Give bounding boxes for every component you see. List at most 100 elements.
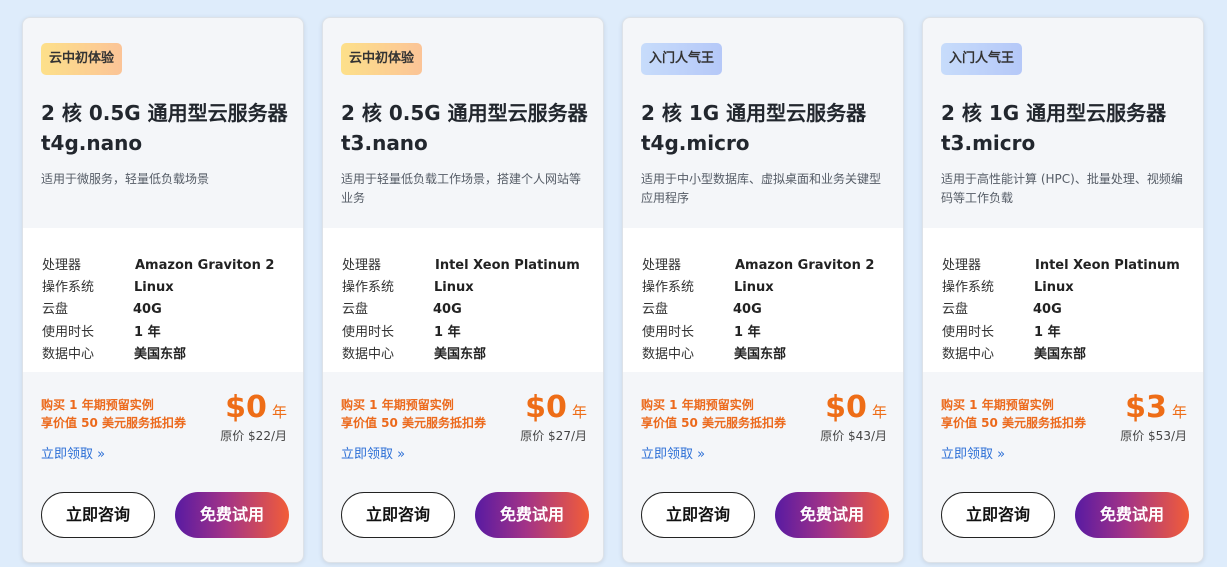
spec-value: Intel Xeon Platinum bbox=[1035, 258, 1180, 273]
promo-line2: 享价值 50 美元服务抵扣券 bbox=[941, 416, 1087, 430]
price-amount: $3 bbox=[1125, 390, 1167, 425]
card-badge: 入门人气王 bbox=[941, 43, 1023, 75]
spec-list: 处理器 Intel Xeon Platinum 操作系统 Linux 云盘 40… bbox=[923, 228, 1203, 372]
spec-label: 数据中心 bbox=[42, 347, 95, 362]
spec-label: 处理器 bbox=[342, 258, 382, 273]
card-badge: 云中初体验 bbox=[41, 43, 123, 75]
promo-text: 购买 1 年期预留实例 享价值 50 美元服务抵扣券 bbox=[341, 396, 511, 432]
spec-list: 处理器 Amazon Graviton 2 操作系统 Linux 云盘 40G … bbox=[23, 228, 303, 372]
spec-list: 处理器 Intel Xeon Platinum 操作系统 Linux 云盘 40… bbox=[323, 228, 603, 372]
price-amount: $0 bbox=[525, 390, 567, 425]
spec-list: 处理器 Amazon Graviton 2 操作系统 Linux 云盘 40G … bbox=[623, 228, 903, 372]
spec-label: 使用时长 bbox=[642, 325, 695, 340]
price-block: $0 年 原价 $27/月 bbox=[520, 390, 587, 444]
promo-text: 购买 1 年期预留实例 享价值 50 美元服务抵扣券 bbox=[641, 396, 811, 432]
pricing-card-t3-micro: 入门人气王 2 核 1G 通用型云服务器 t3.micro 适用于高性能计算 (… bbox=[922, 17, 1204, 563]
consult-button[interactable]: 立即咨询 bbox=[641, 492, 755, 538]
card-description: 适用于中小型数据库、虚拟桌面和业务关键型应用程序 bbox=[641, 172, 882, 205]
card-title-line1: 2 核 1G 通用型云服务器 bbox=[641, 101, 867, 125]
spec-value: Linux bbox=[734, 280, 774, 295]
spec-value: 40G bbox=[1033, 302, 1062, 317]
spec-label: 云盘 bbox=[942, 302, 969, 317]
spec-label: 云盘 bbox=[342, 302, 369, 317]
spec-value: 美国东部 bbox=[1034, 347, 1087, 362]
spec-value: 40G bbox=[133, 302, 162, 317]
spec-value: Linux bbox=[1034, 280, 1074, 295]
free-trial-button[interactable]: 免费试用 bbox=[775, 492, 889, 538]
promo-line1: 购买 1 年期预留实例 bbox=[941, 398, 1054, 412]
promo-text: 购买 1 年期预留实例 享价值 50 美元服务抵扣券 bbox=[41, 396, 211, 432]
card-badge: 云中初体验 bbox=[341, 43, 423, 75]
spec-label: 数据中心 bbox=[642, 347, 695, 362]
consult-button[interactable]: 立即咨询 bbox=[941, 492, 1055, 538]
spec-label: 使用时长 bbox=[342, 325, 395, 340]
promo-line2: 享价值 50 美元服务抵扣券 bbox=[641, 416, 787, 430]
price-block: $3 年 原价 $53/月 bbox=[1120, 390, 1187, 444]
spec-value: 40G bbox=[433, 302, 462, 317]
card-title-line1: 2 核 0.5G 通用型云服务器 bbox=[341, 101, 588, 125]
spec-label: 处理器 bbox=[642, 258, 682, 273]
spec-value: 40G bbox=[733, 302, 762, 317]
original-price: 原价 $43/月 bbox=[820, 429, 887, 443]
spec-label: 数据中心 bbox=[942, 347, 995, 362]
free-trial-button[interactable]: 免费试用 bbox=[175, 492, 289, 538]
spec-value: 美国东部 bbox=[434, 347, 487, 362]
card-title: 2 核 0.5G 通用型云服务器 t4g.nano bbox=[41, 98, 291, 158]
spec-label: 云盘 bbox=[642, 302, 669, 317]
spec-value: 美国东部 bbox=[734, 347, 787, 362]
free-trial-button[interactable]: 免费试用 bbox=[1075, 492, 1189, 538]
consult-button[interactable]: 立即咨询 bbox=[341, 492, 455, 538]
card-description: 适用于高性能计算 (HPC)、批量处理、视频编码等工作负载 bbox=[941, 172, 1183, 205]
card-title-line2: t3.nano bbox=[341, 131, 428, 155]
card-badge: 入门人气王 bbox=[641, 43, 723, 75]
spec-label: 操作系统 bbox=[942, 280, 995, 295]
card-title-line1: 2 核 0.5G 通用型云服务器 bbox=[41, 101, 288, 125]
claim-link[interactable]: 立即领取 » bbox=[41, 446, 105, 464]
card-description: 适用于微服务，轻量低负载场景 bbox=[41, 172, 210, 186]
spec-label: 使用时长 bbox=[42, 325, 95, 340]
card-title: 2 核 0.5G 通用型云服务器 t3.nano bbox=[341, 98, 591, 158]
spec-value: Amazon Graviton 2 bbox=[735, 258, 875, 273]
spec-value: 1 年 bbox=[434, 325, 461, 340]
price-block: $0 年 原价 $22/月 bbox=[220, 390, 287, 444]
claim-link[interactable]: 立即领取 » bbox=[641, 446, 705, 464]
claim-link[interactable]: 立即领取 » bbox=[341, 446, 405, 464]
price-block: $0 年 原价 $43/月 bbox=[820, 390, 887, 444]
spec-value: 美国东部 bbox=[134, 347, 187, 362]
price-amount: $0 bbox=[225, 390, 267, 425]
price-amount: $0 bbox=[825, 390, 867, 425]
consult-button[interactable]: 立即咨询 bbox=[41, 492, 155, 538]
promo-line2: 享价值 50 美元服务抵扣券 bbox=[341, 416, 487, 430]
spec-value: 1 年 bbox=[1034, 325, 1061, 340]
spec-value: 1 年 bbox=[734, 325, 761, 340]
promo-text: 购买 1 年期预留实例 享价值 50 美元服务抵扣券 bbox=[941, 396, 1111, 432]
price-unit: 年 bbox=[271, 403, 287, 421]
card-title-line2: t3.micro bbox=[941, 131, 1036, 155]
card-title-line1: 2 核 1G 通用型云服务器 bbox=[941, 101, 1167, 125]
card-title: 2 核 1G 通用型云服务器 t3.micro bbox=[941, 98, 1191, 158]
price-unit: 年 bbox=[571, 403, 587, 421]
claim-link[interactable]: 立即领取 » bbox=[941, 446, 1005, 464]
promo-line2: 享价值 50 美元服务抵扣券 bbox=[41, 416, 187, 430]
spec-value: Linux bbox=[434, 280, 474, 295]
original-price: 原价 $27/月 bbox=[520, 429, 587, 443]
promo-line1: 购买 1 年期预留实例 bbox=[341, 398, 454, 412]
spec-label: 云盘 bbox=[42, 302, 69, 317]
card-title-line2: t4g.micro bbox=[641, 131, 750, 155]
free-trial-button[interactable]: 免费试用 bbox=[475, 492, 589, 538]
promo-line1: 购买 1 年期预留实例 bbox=[641, 398, 754, 412]
pricing-card-t4g-micro: 入门人气王 2 核 1G 通用型云服务器 t4g.micro 适用于中小型数据库… bbox=[622, 17, 904, 563]
spec-value: Linux bbox=[134, 280, 174, 295]
spec-label: 数据中心 bbox=[342, 347, 395, 362]
spec-label: 操作系统 bbox=[342, 280, 395, 295]
promo-line1: 购买 1 年期预留实例 bbox=[41, 398, 154, 412]
spec-value: 1 年 bbox=[134, 325, 161, 340]
original-price: 原价 $53/月 bbox=[1120, 429, 1187, 443]
pricing-card-t4g-nano: 云中初体验 2 核 0.5G 通用型云服务器 t4g.nano 适用于微服务，轻… bbox=[22, 17, 304, 563]
pricing-card-t3-nano: 云中初体验 2 核 0.5G 通用型云服务器 t3.nano 适用于轻量低负载工… bbox=[322, 17, 604, 563]
spec-label: 处理器 bbox=[42, 258, 82, 273]
card-title: 2 核 1G 通用型云服务器 t4g.micro bbox=[641, 98, 891, 158]
spec-label: 操作系统 bbox=[42, 280, 95, 295]
price-unit: 年 bbox=[1171, 403, 1187, 421]
card-description: 适用于轻量低负载工作场景，搭建个人网站等业务 bbox=[341, 172, 582, 205]
